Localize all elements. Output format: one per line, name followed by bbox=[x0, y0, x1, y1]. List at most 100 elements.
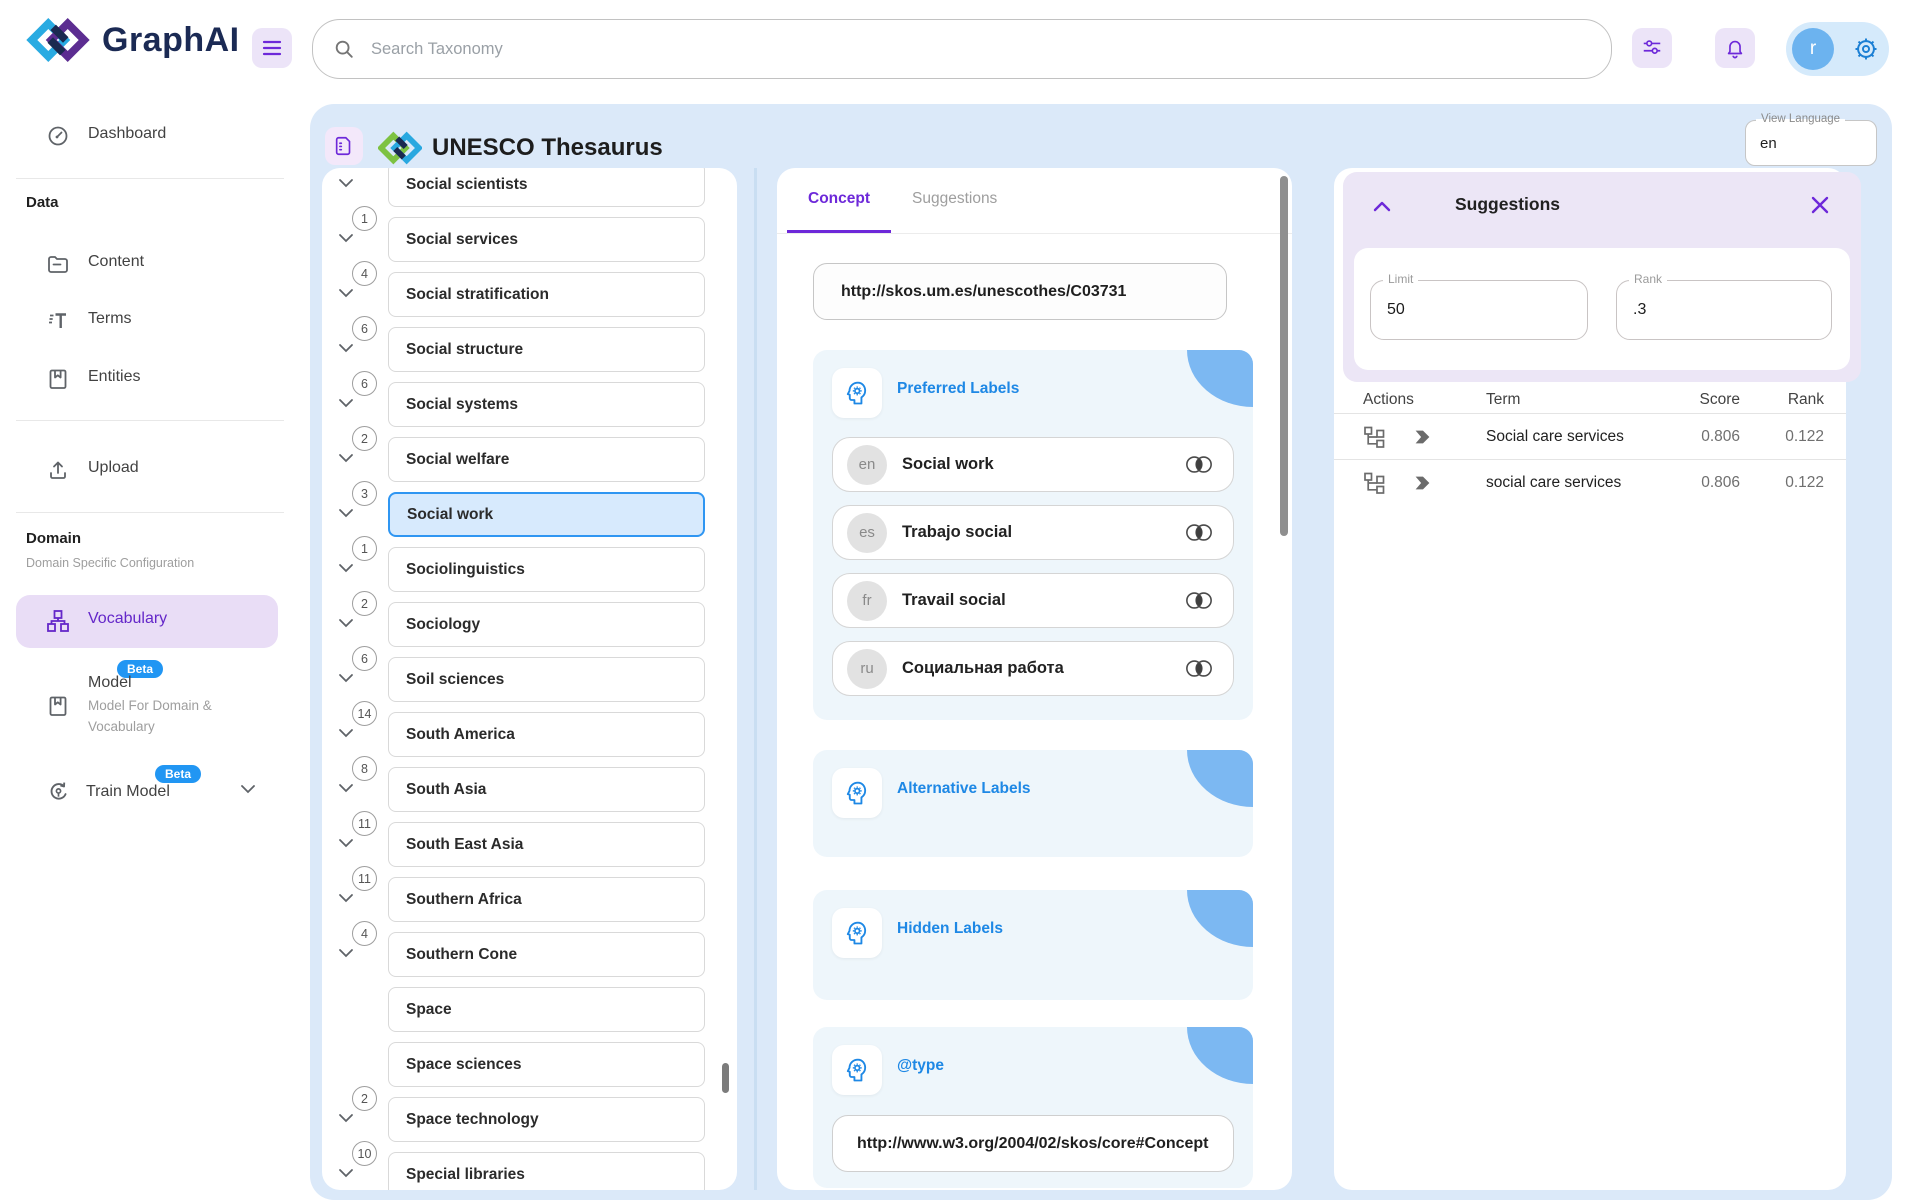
chevron-down-icon[interactable] bbox=[338, 1110, 354, 1128]
concept-label[interactable]: Sociology bbox=[388, 602, 705, 647]
account-pill[interactable]: r bbox=[1786, 22, 1889, 76]
chevron-down-icon[interactable] bbox=[338, 285, 354, 303]
concept-list-panel: Social scientists 1 Social services 4 So… bbox=[322, 168, 737, 1190]
chevron-down-icon[interactable] bbox=[338, 725, 354, 743]
notifications-button[interactable] bbox=[1715, 28, 1755, 68]
chevron-down-icon[interactable] bbox=[338, 1165, 354, 1183]
column-header-rank: Rank bbox=[1754, 391, 1824, 409]
list-item[interactable]: 11 South East Asia bbox=[322, 822, 737, 867]
collapse-button[interactable] bbox=[1373, 200, 1391, 212]
list-item[interactable]: 1 Social services bbox=[322, 217, 737, 262]
filters-button[interactable] bbox=[1632, 28, 1672, 68]
list-item[interactable]: Space bbox=[322, 987, 737, 1032]
chevron-down-icon[interactable] bbox=[338, 340, 354, 358]
concept-label[interactable]: Space technology bbox=[388, 1097, 705, 1142]
list-item[interactable]: 2 Sociology bbox=[322, 602, 737, 647]
chevron-down-icon[interactable] bbox=[240, 784, 256, 794]
close-button[interactable] bbox=[1811, 196, 1829, 214]
list-item-selected[interactable]: 3 Social work bbox=[322, 492, 737, 537]
list-scrollbar-thumb[interactable] bbox=[722, 1063, 729, 1093]
concept-label[interactable]: Sociolinguistics bbox=[388, 547, 705, 592]
list-item[interactable]: 6 Soil sciences bbox=[322, 657, 737, 702]
chevron-down-icon[interactable] bbox=[338, 230, 354, 248]
chevron-down-icon[interactable] bbox=[338, 670, 354, 688]
sidebar-item-model[interactable]: Model bbox=[88, 674, 132, 692]
rank-input[interactable] bbox=[1617, 281, 1831, 339]
chevron-down-icon[interactable] bbox=[338, 450, 354, 468]
list-item[interactable]: 10 Special libraries bbox=[322, 1152, 737, 1190]
limit-input[interactable] bbox=[1371, 281, 1587, 339]
chevron-down-icon[interactable] bbox=[338, 175, 354, 193]
sidebar-item-train-model[interactable]: Train Model bbox=[86, 780, 170, 804]
concept-label[interactable]: Social services bbox=[388, 217, 705, 262]
add-to-hierarchy-icon[interactable] bbox=[1363, 471, 1387, 495]
concept-label[interactable]: Social welfare bbox=[388, 437, 705, 482]
toggle-label-icon[interactable] bbox=[1185, 523, 1213, 542]
concept-label[interactable]: South America bbox=[388, 712, 705, 757]
sidebar-item-entities[interactable]: Entities bbox=[0, 359, 300, 399]
concept-label[interactable]: South Asia bbox=[388, 767, 705, 812]
sidebar-item-terms[interactable]: Terms bbox=[0, 301, 300, 341]
tab-suggestions[interactable]: Suggestions bbox=[891, 168, 1018, 233]
tab-concept[interactable]: Concept bbox=[787, 168, 891, 233]
list-item[interactable]: 11 Southern Africa bbox=[322, 877, 737, 922]
sidebar-item-dashboard[interactable]: Dashboard bbox=[0, 116, 300, 156]
concept-label[interactable]: Social scientists bbox=[388, 168, 705, 207]
menu-button[interactable] bbox=[252, 28, 292, 68]
language-badge: fr bbox=[847, 581, 887, 621]
list-item[interactable]: 2 Space technology bbox=[322, 1097, 737, 1142]
toggle-label-icon[interactable] bbox=[1185, 591, 1213, 610]
child-count-badge: 1 bbox=[352, 206, 377, 231]
concept-label[interactable]: Social stratification bbox=[388, 272, 705, 317]
concept-label[interactable]: Southern Cone bbox=[388, 932, 705, 977]
chevron-down-icon[interactable] bbox=[338, 890, 354, 908]
list-item[interactable]: 1 Sociolinguistics bbox=[322, 547, 737, 592]
concept-label[interactable]: Social work bbox=[388, 492, 705, 537]
suggestions-table: Actions Term Score Rank Social care se bbox=[1334, 387, 1846, 505]
view-language-input[interactable] bbox=[1746, 121, 1876, 165]
list-item[interactable]: 2 Social welfare bbox=[322, 437, 737, 482]
list-item[interactable]: Social scientists bbox=[322, 168, 737, 207]
concept-uri-input[interactable] bbox=[813, 263, 1227, 320]
list-item[interactable]: 4 Social stratification bbox=[322, 272, 737, 317]
chevron-down-icon[interactable] bbox=[338, 395, 354, 413]
avatar[interactable]: r bbox=[1792, 28, 1834, 70]
sidebar-item-content[interactable]: Content bbox=[0, 244, 300, 284]
concept-scrollbar-thumb[interactable] bbox=[1280, 176, 1288, 536]
toggle-label-icon[interactable] bbox=[1185, 659, 1213, 678]
concept-label[interactable]: Southern Africa bbox=[388, 877, 705, 922]
list-item[interactable]: 4 Southern Cone bbox=[322, 932, 737, 977]
chevron-down-icon[interactable] bbox=[338, 560, 354, 578]
chevron-down-icon[interactable] bbox=[338, 835, 354, 853]
list-item[interactable]: 14 South America bbox=[322, 712, 737, 757]
concept-label[interactable]: Soil sciences bbox=[388, 657, 705, 702]
concept-label[interactable]: Social structure bbox=[388, 327, 705, 372]
concept-label[interactable]: Space sciences bbox=[388, 1042, 705, 1087]
list-item[interactable]: 8 South Asia bbox=[322, 767, 737, 812]
concept-label[interactable]: Space bbox=[388, 987, 705, 1032]
gear-icon[interactable] bbox=[1853, 36, 1879, 62]
search-input[interactable] bbox=[369, 39, 1591, 60]
chevron-down-icon[interactable] bbox=[338, 945, 354, 963]
concept-label[interactable]: Special libraries bbox=[388, 1152, 705, 1190]
toggle-label-icon[interactable] bbox=[1185, 455, 1213, 474]
add-to-hierarchy-icon[interactable] bbox=[1363, 425, 1387, 449]
train-model-icon bbox=[46, 780, 71, 805]
apply-term-arrow-icon[interactable] bbox=[1411, 426, 1434, 448]
concept-label[interactable]: Social systems bbox=[388, 382, 705, 427]
sidebar-item-vocabulary[interactable]: Vocabulary bbox=[16, 595, 278, 648]
sidebar-item-upload[interactable]: Upload bbox=[0, 450, 300, 490]
list-item[interactable]: 6 Social structure bbox=[322, 327, 737, 372]
concept-label[interactable]: South East Asia bbox=[388, 822, 705, 867]
type-value-input[interactable] bbox=[832, 1115, 1234, 1172]
section-icon-chip bbox=[832, 908, 882, 958]
list-item[interactable]: Space sciences bbox=[322, 1042, 737, 1087]
chevron-down-icon[interactable] bbox=[338, 780, 354, 798]
apply-term-arrow-icon[interactable] bbox=[1411, 472, 1434, 494]
tune-filters-icon bbox=[1641, 37, 1663, 59]
list-item[interactable]: 6 Social systems bbox=[322, 382, 737, 427]
chevron-down-icon[interactable] bbox=[338, 505, 354, 523]
chevron-down-icon[interactable] bbox=[338, 615, 354, 633]
document-chip[interactable] bbox=[325, 127, 363, 165]
column-header-score: Score bbox=[1670, 391, 1740, 409]
